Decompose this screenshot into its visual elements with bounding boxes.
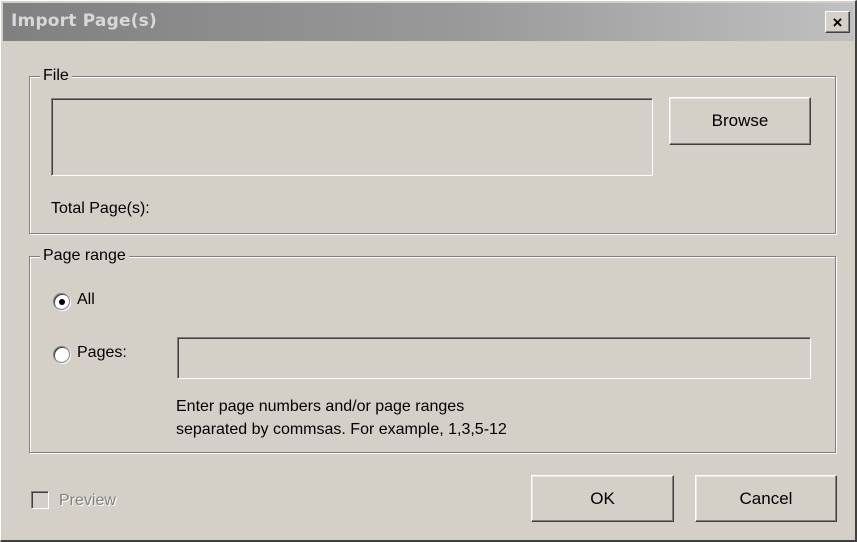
preview-label: Preview: [59, 492, 116, 509]
page-range-hint-line-1: Enter page numbers and/or page ranges: [176, 398, 465, 415]
title-bar[interactable]: Import Page(s) ×: [3, 3, 854, 41]
page-range-hint-line-2: separated by commsas. For example, 1,3,5…: [176, 421, 507, 438]
pages-radio-label[interactable]: Pages:: [77, 344, 127, 362]
ok-button[interactable]: OK: [531, 475, 674, 522]
browse-button[interactable]: Browse: [669, 97, 811, 145]
all-radio-label[interactable]: All: [77, 291, 95, 309]
dialog-title: Import Page(s): [11, 11, 157, 31]
pages-radio[interactable]: [53, 346, 70, 363]
preview-checkbox[interactable]: [31, 491, 49, 509]
file-path-field[interactable]: [51, 98, 653, 176]
cancel-button[interactable]: Cancel: [695, 475, 837, 522]
all-radio[interactable]: [53, 293, 70, 310]
page-range-group-label: Page range: [40, 247, 129, 265]
pages-input[interactable]: [177, 337, 811, 379]
close-icon: ×: [832, 12, 843, 32]
close-button[interactable]: ×: [825, 11, 850, 33]
total-pages-label: Total Page(s):: [51, 200, 150, 217]
import-pages-dialog: Import Page(s) × File Browse Total Page(…: [0, 0, 857, 542]
radio-selected-dot: [59, 299, 65, 305]
file-group-label: File: [40, 67, 72, 85]
